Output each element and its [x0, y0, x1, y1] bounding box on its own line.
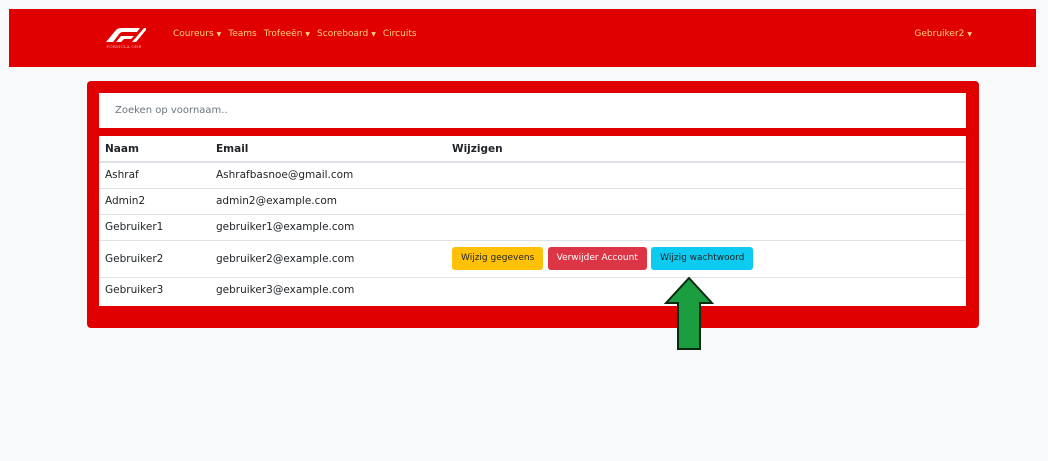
- cell-email: admin2@example.com: [210, 188, 446, 215]
- nav-teams-label: Teams: [228, 29, 257, 39]
- header-wijzigen: Wijzigen: [446, 136, 966, 163]
- user-name: Gebruiker2: [914, 29, 965, 39]
- cell-naam: Gebruiker2: [99, 240, 210, 278]
- users-table: Naam Email Wijzigen Ashraf Ashrafbasnoe@…: [99, 136, 966, 303]
- table-row: Ashraf Ashrafbasnoe@gmail.com: [99, 162, 966, 189]
- chevron-down-icon: ▼: [216, 30, 222, 38]
- nav-circuits-label: Circuits: [382, 29, 417, 39]
- cell-wijzigen: Wijzig gegevens Verwijder Account Wijzig…: [446, 240, 966, 278]
- cell-email: gebruiker1@example.com: [210, 214, 446, 241]
- nav-circuits[interactable]: Circuits: [383, 29, 417, 39]
- table-row: Gebruiker2 gebruiker2@example.com Wijzig…: [99, 240, 966, 278]
- f1-logo[interactable]: FORMULA ONE: [102, 26, 146, 52]
- chevron-down-icon: ▼: [967, 30, 972, 38]
- header-email: Email: [210, 136, 446, 163]
- table-header-row: Naam Email Wijzigen: [99, 136, 966, 163]
- header-naam: Naam: [99, 136, 210, 163]
- cell-email: Ashrafbasnoe@gmail.com: [210, 162, 446, 189]
- cell-naam: Gebruiker3: [105, 284, 164, 297]
- cell-naam: Ashraf: [99, 162, 210, 189]
- chevron-down-icon: ▼: [305, 30, 311, 38]
- cell-naam: Gebruiker1: [99, 214, 210, 241]
- f1-logo-icon: [106, 28, 146, 42]
- nav-coureurs-label: Coureurs: [173, 29, 214, 39]
- brand-subtitle: FORMULA ONE: [106, 44, 142, 49]
- chevron-down-icon: ▼: [371, 30, 376, 38]
- nav-scoreboard-label: Scoreboard: [317, 29, 369, 39]
- table-row: Admin2 admin2@example.com: [99, 188, 966, 215]
- user-menu[interactable]: Gebruiker2 ▼: [914, 29, 972, 39]
- up-arrow-icon: [663, 276, 715, 355]
- cell-naam: Admin2: [99, 188, 210, 215]
- nav-trofeeen-label: Trofeeën: [263, 29, 303, 39]
- nav-teams[interactable]: Teams: [228, 29, 256, 39]
- edit-details-button[interactable]: Wijzig gegevens: [452, 247, 544, 270]
- navbar: FORMULA ONE Coureurs ▼ Teams Trofeeën ▼ …: [9, 9, 1036, 67]
- cell-wijzigen: [446, 214, 966, 241]
- cell-wijzigen: [446, 188, 966, 215]
- table-row: Gebruiker1 gebruiker1@example.com: [99, 214, 966, 241]
- cell-email: gebruiker3@example.com: [216, 284, 355, 297]
- nav-coureurs[interactable]: Coureurs ▼: [173, 29, 221, 39]
- delete-account-button[interactable]: Verwijder Account: [547, 247, 647, 270]
- table-row: Gebruiker3 gebruiker3@example.com: [99, 277, 966, 303]
- nav-scoreboard[interactable]: Scoreboard ▼: [317, 29, 376, 39]
- nav-trofeeen[interactable]: Trofeeën ▼: [264, 29, 310, 39]
- users-table-container: Naam Email Wijzigen Ashraf Ashrafbasnoe@…: [99, 136, 966, 306]
- nav-links: Coureurs ▼ Teams Trofeeën ▼ Scoreboard ▼…: [173, 29, 417, 39]
- users-card: Naam Email Wijzigen Ashraf Ashrafbasnoe@…: [87, 81, 979, 328]
- cell-wijzigen: [446, 162, 966, 189]
- cell-email: gebruiker2@example.com: [210, 240, 446, 278]
- search-input[interactable]: [99, 93, 966, 128]
- change-password-button[interactable]: Wijzig wachtwoord: [651, 247, 754, 270]
